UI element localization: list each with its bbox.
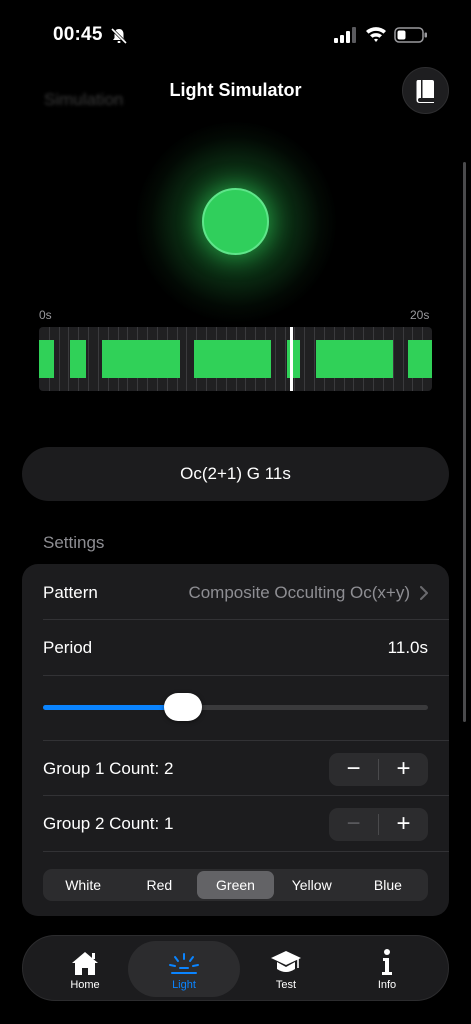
group2-decrement-button[interactable]: −	[329, 808, 378, 841]
cellular-signal-icon	[334, 27, 356, 43]
status-bar: 00:45	[0, 0, 471, 60]
divider	[43, 851, 449, 852]
group1-stepper: − +	[329, 752, 428, 786]
tab-info-label: Info	[377, 979, 397, 991]
slider-thumb[interactable]	[164, 693, 203, 721]
divider	[43, 675, 449, 676]
tab-light[interactable]: Light	[128, 941, 240, 997]
color-segmented-control: White Red Green Yellow Blue	[43, 869, 428, 901]
tab-light-label: Light	[172, 979, 196, 991]
divider	[43, 740, 449, 741]
timeline-tick	[186, 327, 187, 391]
color-option-red[interactable]: Red	[121, 871, 197, 899]
divider	[43, 619, 449, 620]
period-value: 11.0s	[387, 637, 428, 657]
tab-home[interactable]: Home	[29, 941, 141, 997]
page-title: Light Simulator	[169, 80, 302, 100]
timeline-tick	[59, 327, 60, 391]
timeline-light-on-segment	[408, 340, 432, 378]
book-icon	[416, 79, 434, 103]
period-slider[interactable]	[43, 693, 428, 721]
chevron-right-icon	[420, 585, 428, 600]
wifi-icon	[366, 27, 386, 42]
house-icon	[72, 952, 98, 975]
color-option-yellow[interactable]: Yellow	[274, 871, 350, 899]
timeline-light-on-segment	[316, 340, 393, 378]
color-option-white[interactable]: White	[45, 871, 121, 899]
tab-home-label: Home	[70, 979, 100, 991]
color-option-green[interactable]: Green	[197, 871, 274, 899]
settings-card: Pattern Composite Occulting Oc(x+y) Peri…	[22, 564, 449, 916]
timeline-tick	[393, 327, 394, 391]
settings-header: Settings	[43, 533, 105, 552]
pattern-label: Pattern	[43, 582, 98, 602]
scroll-indicator	[463, 162, 466, 722]
battery-icon	[394, 27, 427, 43]
light-lamp	[202, 188, 269, 255]
timeline-light-on-segment	[101, 340, 181, 378]
timeline-tick	[68, 327, 69, 391]
timeline-tick	[304, 327, 305, 391]
group1-increment-button[interactable]: +	[379, 753, 428, 786]
group2-label: Group 2 Count: 1	[43, 814, 174, 833]
group1-label: Group 1 Count: 2	[43, 759, 174, 778]
pattern-value: Composite Occulting Oc(x+y)	[188, 582, 410, 602]
color-option-blue[interactable]: Blue	[350, 871, 426, 899]
timeline-tick	[403, 327, 404, 391]
group1-row: Group 1 Count: 2 − +	[43, 752, 428, 786]
timeline-tick	[275, 327, 276, 391]
tab-info[interactable]: Info	[331, 941, 443, 997]
timeline-light-on-segment	[70, 340, 87, 378]
timeline-light-on-segment	[194, 340, 271, 378]
tab-test-label: Test	[275, 979, 297, 991]
graduation-cap-icon	[271, 951, 301, 972]
light-beams-icon	[169, 953, 199, 974]
timeline-tick	[314, 327, 315, 391]
bell-slash-icon	[110, 27, 128, 45]
group1-decrement-button[interactable]: −	[329, 753, 378, 786]
tab-bar: Home Light Test Info	[22, 935, 449, 1001]
timeline-start-label: 0s	[39, 308, 52, 322]
period-row: Period 11.0s	[43, 631, 428, 664]
tab-test[interactable]: Test	[230, 941, 342, 997]
group2-stepper: − +	[329, 807, 428, 841]
timeline-tick	[88, 327, 89, 391]
timeline-playhead	[289, 327, 293, 391]
timeline-end-label: 20s	[410, 308, 430, 322]
timeline-chart	[39, 327, 432, 391]
status-time: 00:45	[53, 24, 103, 45]
characteristic-label: Oc(2+1) G 11s	[180, 464, 291, 483]
timeline-light-on-segment	[39, 340, 54, 378]
group2-row: Group 2 Count: 1 − +	[43, 807, 428, 841]
period-label: Period	[43, 637, 93, 657]
characteristic-button[interactable]: Oc(2+1) G 11s	[22, 447, 449, 501]
divider	[43, 795, 449, 796]
guide-book-button[interactable]	[402, 67, 449, 114]
timeline-tick	[98, 327, 99, 391]
info-icon	[382, 949, 392, 975]
group2-increment-button[interactable]: +	[379, 808, 428, 841]
pattern-row[interactable]: Pattern Composite Occulting Oc(x+y)	[43, 576, 428, 609]
slider-fill	[43, 705, 184, 710]
